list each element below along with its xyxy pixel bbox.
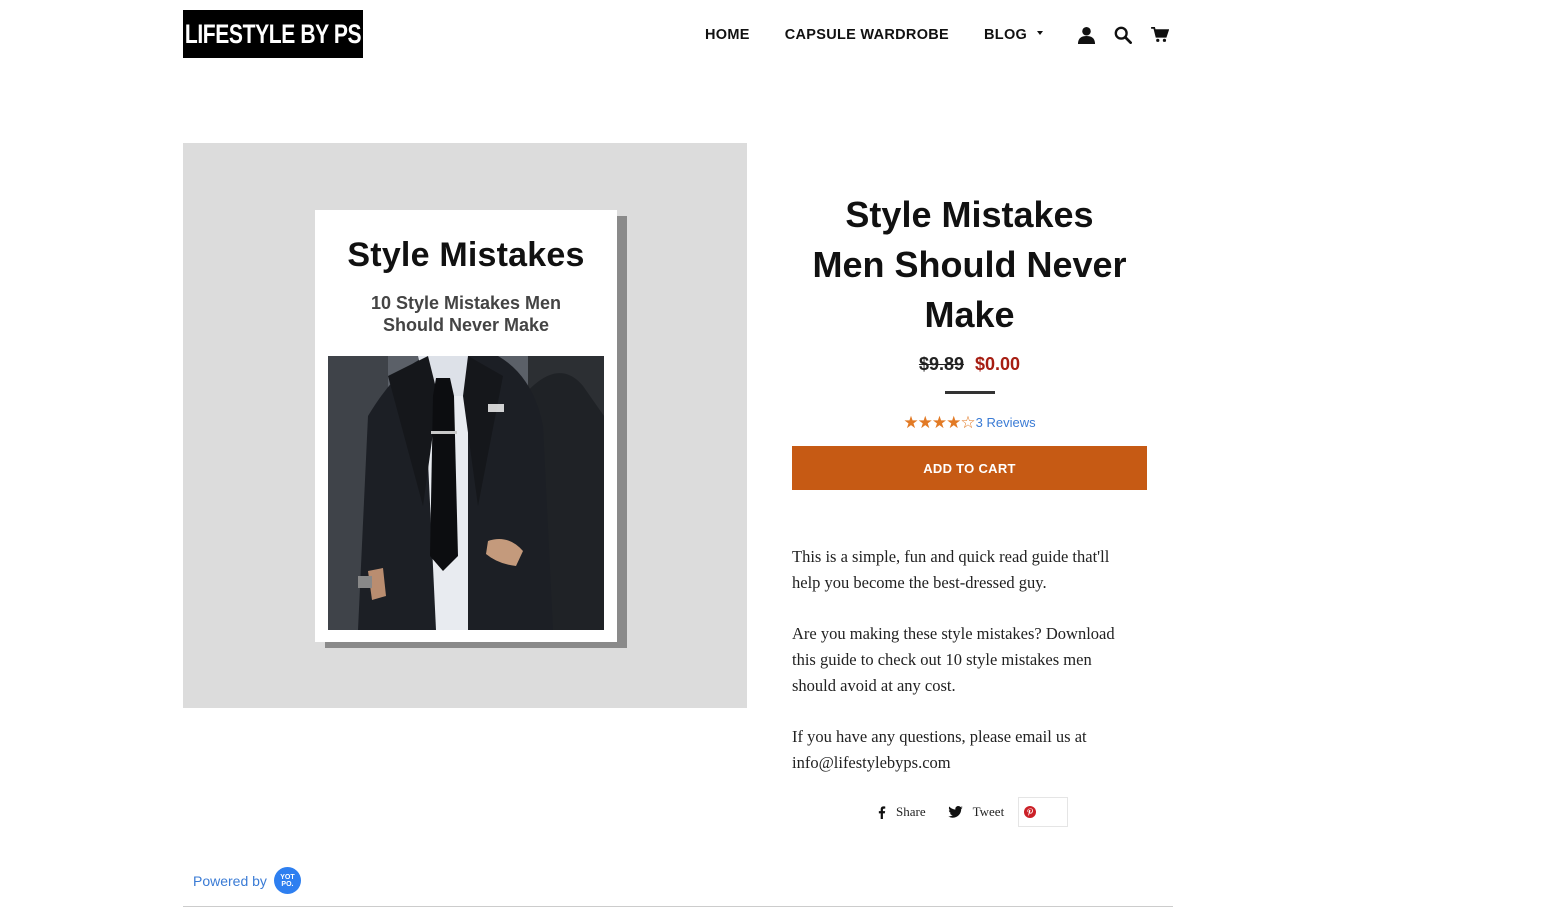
product-image[interactable]: Style Mistakes 10 Style Mistakes Men Sho… — [183, 143, 747, 708]
nav-home[interactable]: HOME — [705, 27, 750, 43]
description-paragraph: This is a simple, fun and quick read gui… — [792, 547, 1110, 592]
logo-text: LIFESTYLE BY PS — [184, 18, 362, 49]
reviews-link[interactable]: 3 Reviews — [976, 415, 1036, 430]
product-title-line1: Style Mistakes — [845, 194, 1094, 235]
site-logo[interactable]: LIFESTYLE BY PS — [183, 10, 363, 58]
cover-subtitle-line2: Should Never Make — [382, 315, 550, 335]
facebook-share-button[interactable]: Share — [878, 804, 926, 820]
yotpo-logo-text: YOT PO. — [280, 873, 295, 888]
cover-subtitle: 10 Style Mistakes Men Should Never Make — [315, 292, 617, 336]
account-icon[interactable] — [1075, 24, 1097, 46]
twitter-icon — [947, 806, 963, 818]
product-title-line3: Make — [924, 294, 1015, 335]
twitter-share-button[interactable]: Tweet — [947, 804, 1005, 820]
description-paragraph: If you have any questions, please email … — [792, 727, 1087, 772]
star-filled-icon: ★ — [917, 413, 933, 432]
star-empty-icon: ☆ — [960, 413, 975, 432]
social-share: Share Tweet — [878, 797, 1069, 827]
divider — [944, 391, 995, 394]
nav-capsule-wardrobe[interactable]: CAPSULE WARDROBE — [785, 27, 949, 43]
original-price: $9.89 — [918, 354, 964, 374]
product-title: Style Mistakes Men Should Never Make — [792, 190, 1147, 340]
nav-blog[interactable]: BLOG — [984, 27, 1027, 43]
add-to-cart-button[interactable]: ADD TO CART — [792, 446, 1147, 490]
star-filled-icon: ★ — [946, 413, 961, 432]
star-filled-icon: ★ — [931, 413, 947, 432]
product-title-line2: Men Should Never — [812, 244, 1127, 285]
yotpo-logo-icon: YOT PO. — [273, 867, 301, 894]
cover-photo — [328, 356, 604, 630]
product-description: This is a simple, fun and quick read gui… — [792, 544, 1137, 801]
pinterest-icon — [1024, 806, 1037, 818]
cart-icon[interactable] — [1149, 24, 1171, 46]
description-paragraph: Are you making these style mistakes? Dow… — [792, 624, 1115, 695]
cover-subtitle-line1: 10 Style Mistakes Men — [370, 293, 562, 313]
powered-by-label: Powered by — [193, 872, 267, 889]
main-nav: HOME CAPSULE WARDROBE BLOG — [705, 24, 1186, 46]
facebook-icon — [878, 805, 886, 819]
rating-row[interactable]: ★ ★ ★ ★ ☆ 3 Reviews — [792, 414, 1147, 431]
pinterest-share-button[interactable] — [1018, 797, 1069, 827]
cover-title: Style Mistakes — [347, 236, 585, 274]
sale-price: $0.00 — [975, 354, 1021, 374]
share-label: Share — [896, 804, 926, 819]
price-block: $9.89 $0.00 — [792, 354, 1147, 375]
search-icon[interactable] — [1112, 24, 1134, 46]
star-filled-icon: ★ — [903, 413, 918, 432]
chevron-down-icon[interactable] — [1037, 31, 1044, 35]
powered-by-yotpo[interactable]: Powered by YOT PO. — [193, 867, 301, 894]
ebook-cover: Style Mistakes 10 Style Mistakes Men Sho… — [315, 210, 617, 642]
tweet-label: Tweet — [972, 804, 1005, 819]
product-info: Style Mistakes Men Should Never Make $9.… — [792, 190, 1147, 490]
divider — [183, 906, 1173, 907]
